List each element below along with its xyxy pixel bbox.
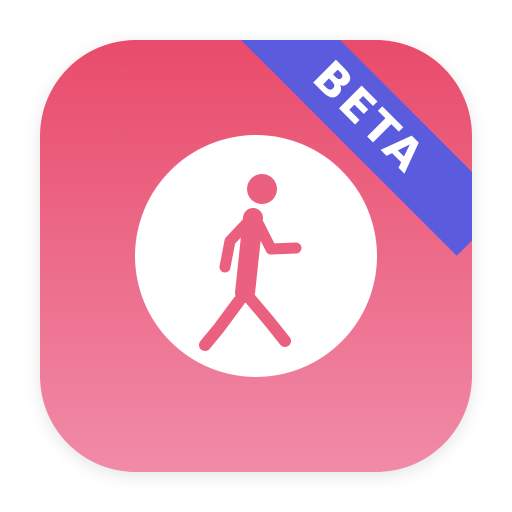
symbol-circle — [135, 135, 377, 377]
app-icon-canvas: BETA — [0, 0, 512, 512]
walker-back-leg — [199, 295, 245, 351]
walker-head — [247, 174, 277, 204]
walking-person-icon — [199, 174, 302, 351]
app-icon[interactable]: BETA — [40, 40, 472, 472]
walker-front-leg — [241, 289, 291, 347]
walker-front-arm — [253, 219, 302, 255]
